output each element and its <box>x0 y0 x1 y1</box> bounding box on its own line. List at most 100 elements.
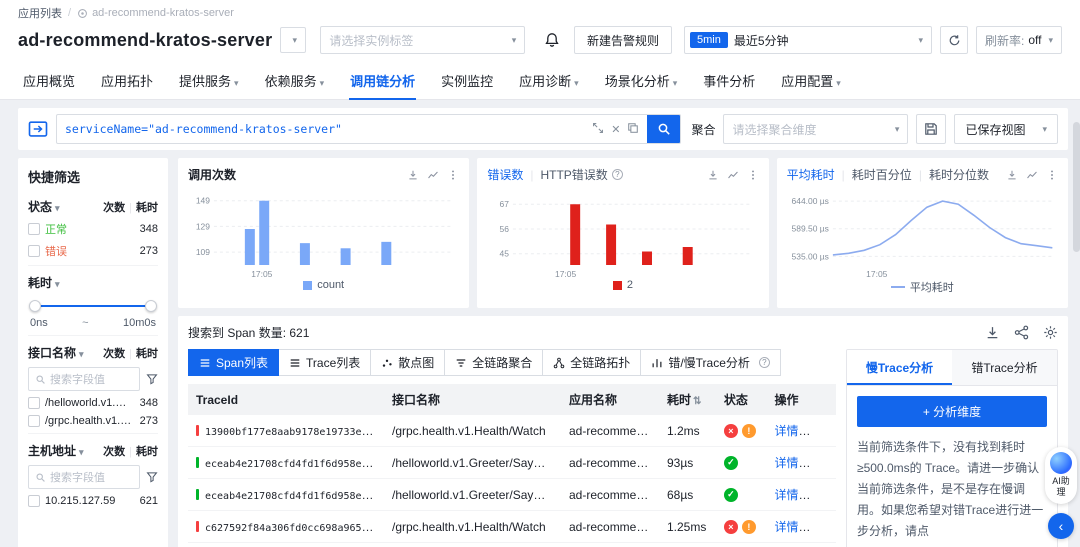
collapse-panel-button[interactable]: ‹ <box>1048 513 1074 539</box>
chart-title-option[interactable]: HTTP错误数 <box>540 166 607 183</box>
checkbox[interactable] <box>28 415 40 427</box>
sort-icon[interactable]: ⇅ <box>693 396 701 407</box>
expand-query-icon[interactable] <box>592 122 604 137</box>
result-tab-Span列表[interactable]: Span列表 <box>188 349 280 376</box>
trace-id-cell[interactable]: 13900bf177e8aab9178e19733e1514e9 <box>188 415 384 447</box>
aggregate-dimension-select[interactable]: 请选择聚合维度 ▾ <box>723 114 909 144</box>
section-title[interactable]: 主机地址 ▾ <box>28 442 84 459</box>
field-search-input[interactable]: 搜索字段值 <box>28 465 140 489</box>
duration-range-slider[interactable] <box>29 300 157 312</box>
result-tab-Trace列表[interactable]: Trace列表 <box>278 349 372 376</box>
add-analysis-dimension-button[interactable]: + 分析维度 <box>857 396 1047 427</box>
result-tab-全链路聚合[interactable]: 全链路聚合 <box>444 349 544 376</box>
save-view-button[interactable] <box>916 114 947 144</box>
chart-legend[interactable]: 平均耗时 <box>787 279 1058 295</box>
chart-type-icon[interactable] <box>427 169 439 181</box>
instance-tag-select[interactable]: 请选择实例标签 ▾ <box>320 26 526 54</box>
chart-download-icon[interactable] <box>407 169 419 181</box>
ai-assistant-button[interactable]: AI助理 <box>1045 447 1077 504</box>
slider-handle-max[interactable] <box>145 300 157 312</box>
share-icon[interactable] <box>1014 325 1029 340</box>
settings-gear-icon[interactable] <box>1043 325 1058 340</box>
info-icon[interactable]: ? <box>611 169 623 180</box>
search-button[interactable] <box>647 115 681 143</box>
filter-item[interactable]: /grpc.health.v1.Heal...273 <box>28 415 158 427</box>
trace-id-cell[interactable]: eceab4e21708cfd4fd1f6d958eb7a92f <box>188 478 384 511</box>
nav-tab-依赖服务[interactable]: 依赖服务 ▾ <box>252 62 338 99</box>
chart-title-option[interactable]: 错误数 <box>487 166 523 183</box>
refresh-button[interactable] <box>940 26 968 54</box>
span-table: TraceId 接口名称 应用名称 耗时 ⇅ 状态 操作 13900bf177e8aab91… <box>188 384 836 547</box>
checkbox[interactable] <box>28 223 40 235</box>
checkbox[interactable] <box>28 495 40 507</box>
op-link-详情[interactable]: 详情 <box>774 520 798 534</box>
nav-tab-提供服务[interactable]: 提供服务 ▾ <box>166 62 252 99</box>
section-title[interactable]: 耗时 ▾ <box>28 274 60 291</box>
nav-tab-应用配置[interactable]: 应用配置 ▾ <box>768 62 854 99</box>
analysis-tab-错Trace分析[interactable]: 错Trace分析 <box>952 350 1057 385</box>
nav-tab-应用诊断[interactable]: 应用诊断 ▾ <box>506 62 592 99</box>
trace-id-cell[interactable]: b4d8928e5df499ec0515c937fd1ecf28 <box>188 542 384 547</box>
nav-tab-调用链分析[interactable]: 调用链分析 <box>337 62 428 100</box>
scrollbar-thumb[interactable] <box>1073 122 1080 252</box>
filter-item[interactable]: 错误 273 <box>28 243 158 259</box>
filter-funnel-icon[interactable] <box>146 373 158 385</box>
query-panel-icon[interactable] <box>28 119 48 139</box>
op-link-详情[interactable]: 详情 <box>774 488 798 502</box>
query-input[interactable]: serviceName="ad-recommend-kratos-server"… <box>56 114 682 144</box>
filter-item[interactable]: 正常 348 <box>28 221 158 237</box>
op-link-详情[interactable]: 详情 <box>774 424 798 438</box>
chart-more-icon[interactable] <box>747 169 759 181</box>
trace-id-cell[interactable]: c627592f84a306fd0cc698a965fc0ef8 <box>188 510 384 543</box>
saved-views-button[interactable]: 已保存视图 ▾ <box>954 114 1058 144</box>
result-tab-散点图[interactable]: 散点图 <box>370 349 446 376</box>
chart-download-icon[interactable] <box>707 169 719 181</box>
chart-more-icon[interactable] <box>447 169 459 181</box>
clear-query-icon[interactable]: ✕ <box>611 123 620 136</box>
time-range-select[interactable]: 5min 最近5分钟 ▾ <box>684 26 932 54</box>
analysis-tab-慢Trace分析[interactable]: 慢Trace分析 <box>847 350 952 385</box>
op-link-日志[interactable]: 日志 <box>808 520 832 534</box>
filter-item[interactable]: 10.215.127.59 621 <box>28 495 158 507</box>
filter-item[interactable]: /helloworld.v1.Greet...348 <box>28 397 158 409</box>
checkbox[interactable] <box>28 397 40 409</box>
create-alarm-rule-button[interactable]: 新建告警规则 <box>573 26 672 54</box>
column-header-耗时[interactable]: 耗时 ⇅ <box>658 384 716 415</box>
field-search-input[interactable]: 搜索字段值 <box>28 367 140 391</box>
result-tab-全链路拓扑[interactable]: 全链路拓扑 <box>542 349 642 376</box>
info-icon[interactable]: ? <box>758 357 770 368</box>
notification-bell-icon[interactable] <box>544 32 560 48</box>
chart-title-option[interactable]: 耗时百分位 <box>852 166 912 183</box>
breadcrumb-root-link[interactable]: 应用列表 <box>18 5 62 21</box>
copy-query-icon[interactable] <box>627 122 639 137</box>
op-link-详情[interactable]: 详情 <box>774 456 798 470</box>
status-tick <box>196 456 199 468</box>
refresh-rate-select[interactable]: 刷新率: off ▾ <box>976 26 1062 54</box>
nav-tab-实例监控[interactable]: 实例监控 <box>428 62 506 99</box>
op-link-日志[interactable]: 日志 <box>808 424 832 438</box>
slider-handle-min[interactable] <box>29 300 41 312</box>
chart-type-icon[interactable] <box>727 169 739 181</box>
filter-funnel-icon[interactable] <box>146 471 158 483</box>
nav-tab-应用概览[interactable]: 应用概览 <box>10 62 88 99</box>
chart-title-option[interactable]: 耗时分位数 <box>929 166 989 183</box>
chart-type-icon[interactable] <box>1026 169 1038 181</box>
chevron-down-icon: ▾ <box>79 349 84 359</box>
chart-legend[interactable]: 2 <box>487 279 758 291</box>
download-icon[interactable] <box>985 325 1000 340</box>
title-dropdown-button[interactable]: ▾ <box>280 27 307 53</box>
chart-title-option[interactable]: 平均耗时 <box>787 166 835 183</box>
trace-id-cell[interactable]: eceab4e21708cfd4fd1f6d958eb7a92f <box>188 446 384 479</box>
section-title[interactable]: 状态 ▾ <box>28 198 60 215</box>
nav-tab-应用拓扑[interactable]: 应用拓扑 <box>88 62 166 99</box>
section-title[interactable]: 接口名称 ▾ <box>28 344 84 361</box>
nav-tab-场景化分析[interactable]: 场景化分析 ▾ <box>592 62 691 99</box>
op-link-日志[interactable]: 日志 <box>808 488 832 502</box>
op-link-日志[interactable]: 日志 <box>808 456 832 470</box>
result-tab-错/慢Trace分析[interactable]: 错/慢Trace分析? <box>640 349 781 376</box>
chart-legend[interactable]: count <box>188 279 459 291</box>
checkbox[interactable] <box>28 245 40 257</box>
chart-more-icon[interactable] <box>1046 169 1058 181</box>
nav-tab-事件分析[interactable]: 事件分析 <box>690 62 768 99</box>
chart-download-icon[interactable] <box>1006 169 1018 181</box>
